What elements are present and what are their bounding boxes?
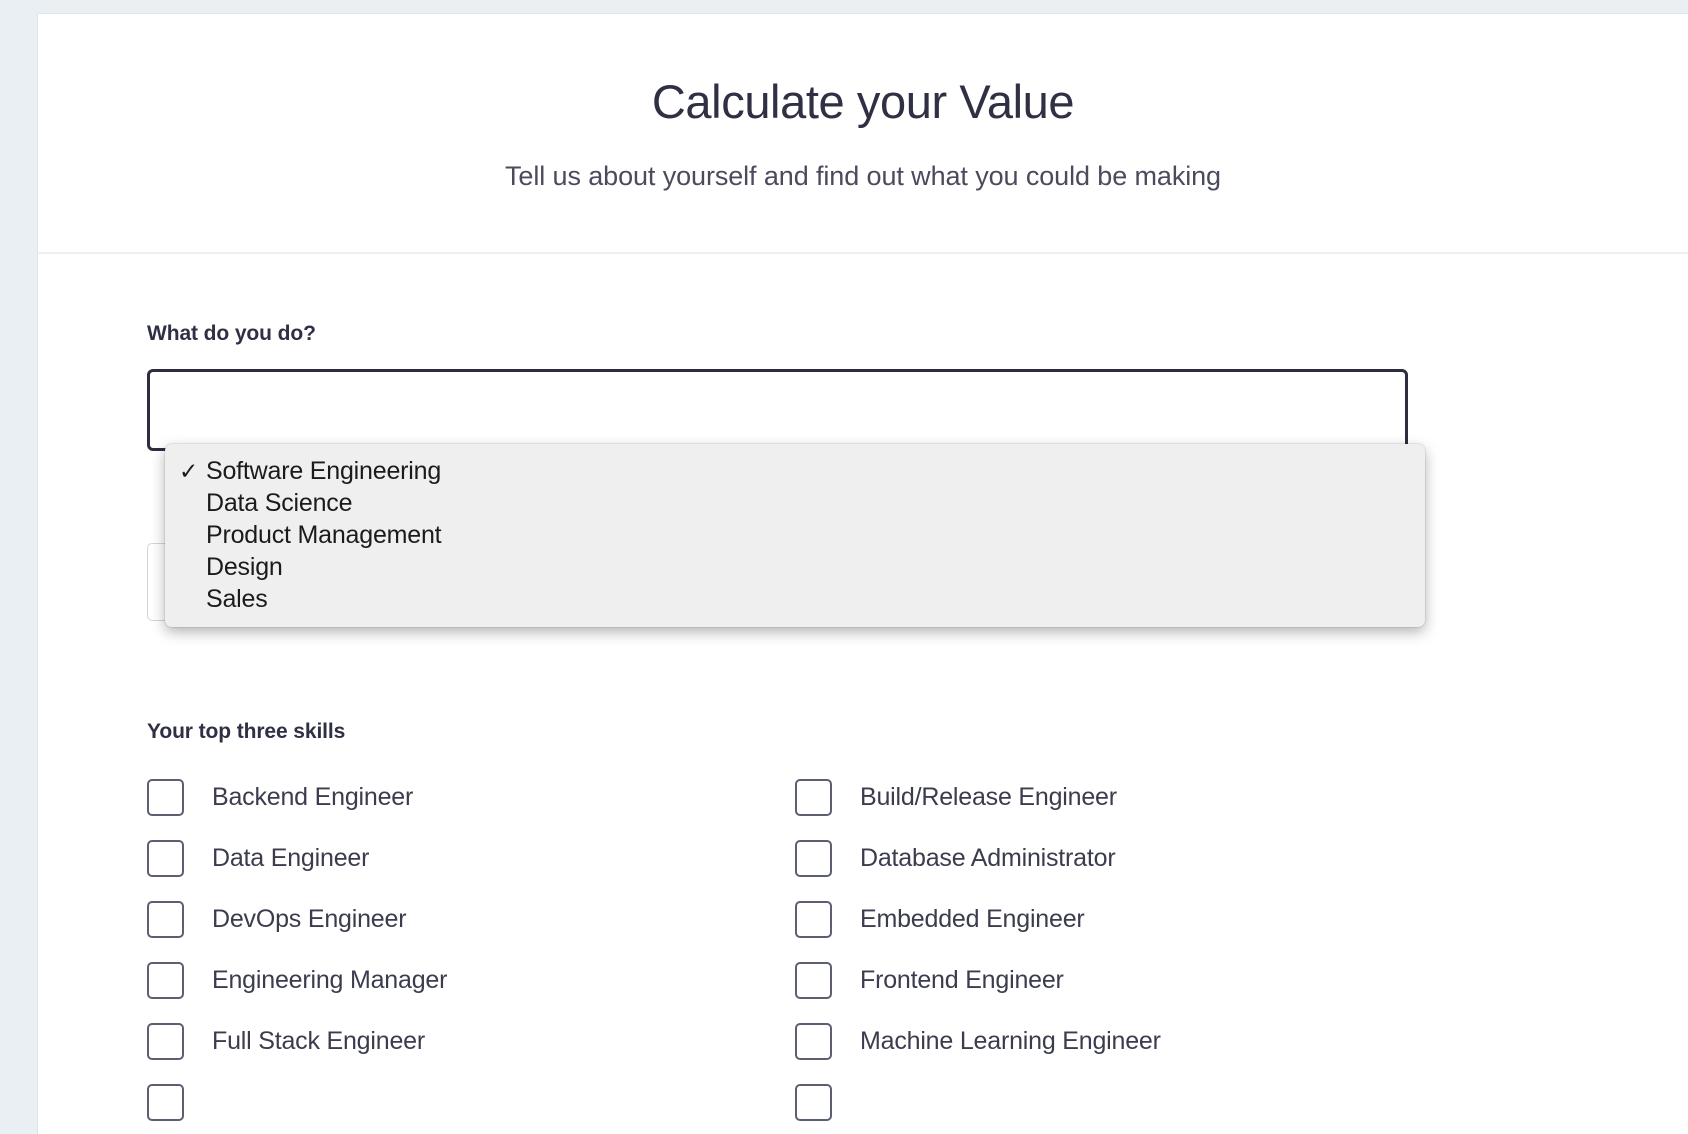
skill-checkbox-row[interactable] [147, 1074, 795, 1130]
dropdown-option-label: Design [206, 553, 283, 582]
skill-label: Backend Engineer [212, 783, 413, 812]
skill-label: Embedded Engineer [860, 905, 1085, 934]
skill-checkbox-row[interactable]: Build/Release Engineer [795, 769, 1443, 825]
page-subtitle: Tell us about yourself and find out what… [38, 161, 1688, 192]
occupation-field-group: What do you do? Software Engineering ✓ S… [147, 322, 1688, 451]
dropdown-option-data-science[interactable]: Data Science [165, 487, 1425, 519]
occupation-label: What do you do? [147, 322, 1688, 346]
skills-label: Your top three skills [147, 720, 1688, 744]
checkbox-full-stack-engineer[interactable] [147, 1023, 184, 1060]
skills-grid: Backend Engineer Build/Release Engineer … [147, 764, 1688, 1130]
checkbox-database-administrator[interactable] [795, 840, 832, 877]
checkbox-backend-engineer[interactable] [147, 779, 184, 816]
skill-label: Database Administrator [860, 844, 1115, 873]
dropdown-option-label: Software Engineering [206, 457, 441, 486]
checkbox-machine-learning-engineer[interactable] [795, 1023, 832, 1060]
dropdown-option-sales[interactable]: Sales [165, 583, 1425, 615]
skill-checkbox-row[interactable] [795, 1074, 1443, 1130]
skill-checkbox-row[interactable]: Embedded Engineer [795, 891, 1443, 947]
checkbox-embedded-engineer[interactable] [795, 901, 832, 938]
checkmark-icon: ✓ [179, 460, 206, 483]
occupation-dropdown-popup[interactable]: ✓ Software Engineering Data Science Prod… [165, 444, 1425, 627]
checkbox-devops-engineer[interactable] [147, 901, 184, 938]
skill-label: Full Stack Engineer [212, 1027, 425, 1056]
skill-label: Machine Learning Engineer [860, 1027, 1161, 1056]
skill-checkbox-row[interactable]: Data Engineer [147, 830, 795, 886]
skill-checkbox-row[interactable]: Full Stack Engineer [147, 1013, 795, 1069]
page-title: Calculate your Value [38, 76, 1688, 128]
occupation-select[interactable]: Software Engineering [147, 369, 1408, 451]
checkbox-build-release-engineer[interactable] [795, 779, 832, 816]
skill-checkbox-row[interactable]: Machine Learning Engineer [795, 1013, 1443, 1069]
dropdown-option-label: Product Management [206, 521, 441, 550]
skill-checkbox-row[interactable]: Engineering Manager [147, 952, 795, 1008]
checkbox-next-left[interactable] [147, 1084, 184, 1121]
skill-checkbox-row[interactable]: Frontend Engineer [795, 952, 1443, 1008]
dropdown-option-design[interactable]: Design [165, 551, 1425, 583]
dropdown-option-label: Sales [206, 585, 268, 614]
skill-label: Build/Release Engineer [860, 783, 1117, 812]
dropdown-option-label: Data Science [206, 489, 352, 518]
dropdown-option-product-management[interactable]: Product Management [165, 519, 1425, 551]
skill-checkbox-row[interactable]: Database Administrator [795, 830, 1443, 886]
checkbox-engineering-manager[interactable] [147, 962, 184, 999]
skill-checkbox-row[interactable]: Backend Engineer [147, 769, 795, 825]
skill-label: Engineering Manager [212, 966, 447, 995]
checkbox-frontend-engineer[interactable] [795, 962, 832, 999]
card-header: Calculate your Value Tell us about yours… [38, 14, 1688, 254]
skill-label: Data Engineer [212, 844, 369, 873]
checkbox-next-right[interactable] [795, 1084, 832, 1121]
skill-label: Frontend Engineer [860, 966, 1064, 995]
skill-checkbox-row[interactable]: DevOps Engineer [147, 891, 795, 947]
skills-section: Your top three skills Backend Engineer B… [147, 720, 1688, 1130]
calculator-card: Calculate your Value Tell us about yours… [37, 13, 1688, 1134]
skill-label: DevOps Engineer [212, 905, 406, 934]
checkbox-data-engineer[interactable] [147, 840, 184, 877]
form-body: What do you do? Software Engineering ✓ S… [38, 254, 1688, 1130]
dropdown-option-software-engineering[interactable]: ✓ Software Engineering [165, 455, 1425, 487]
